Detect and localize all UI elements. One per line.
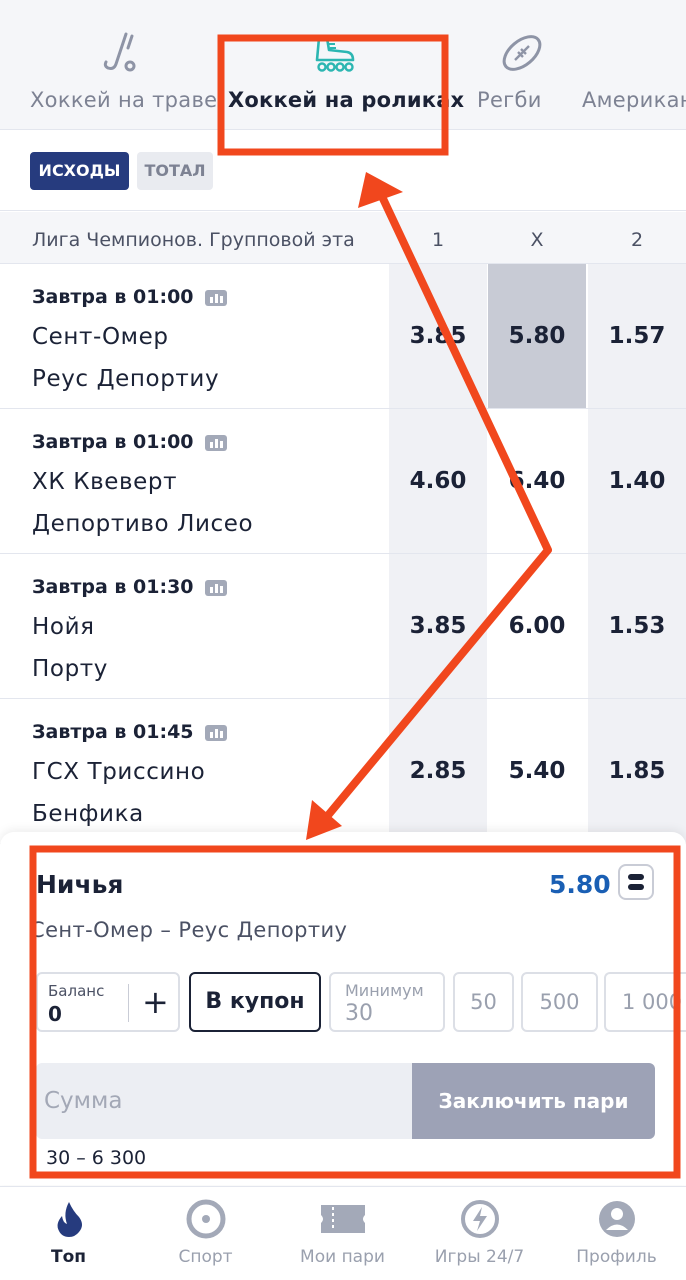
home-team: Нойя bbox=[32, 614, 95, 640]
stats-icon[interactable] bbox=[205, 725, 227, 741]
quick-amount-button[interactable]: 1 000 bbox=[604, 972, 686, 1032]
rugby-ball-icon bbox=[502, 35, 542, 71]
odd-2[interactable]: 1.85 bbox=[588, 699, 686, 843]
user-icon bbox=[598, 1201, 635, 1237]
field-hockey-icon bbox=[103, 32, 136, 72]
away-team: Реус Депортиу bbox=[32, 366, 220, 392]
target-icon bbox=[186, 1199, 225, 1239]
nav-item-profile[interactable]: Профиль bbox=[548, 1187, 685, 1280]
stake-input[interactable] bbox=[36, 1063, 412, 1139]
sport-carousel[interactable]: Хоккей на траве Хоккей на роликах Регби … bbox=[0, 0, 686, 130]
nav-item-my-bets[interactable]: Мои пари bbox=[274, 1187, 411, 1280]
quick-amount-button[interactable]: 500 bbox=[521, 972, 598, 1032]
home-team: ГСХ Триссино bbox=[32, 759, 206, 785]
nav-item-top[interactable]: Топ bbox=[0, 1187, 137, 1280]
away-team: Порту bbox=[32, 656, 108, 682]
divider bbox=[128, 984, 129, 1022]
stats-icon[interactable] bbox=[205, 290, 227, 306]
balance-value: 0 bbox=[48, 1002, 62, 1026]
match-time: Завтра в 01:45 bbox=[32, 721, 194, 743]
match-time: Завтра в 01:00 bbox=[32, 286, 194, 308]
sport-label: Хоккей на траве bbox=[30, 88, 218, 112]
sport-tab-field-hockey[interactable]: Хоккей на траве bbox=[30, 0, 217, 129]
bottom-nav: Топ Спорт Мои пари Игры 24/7 Профиль bbox=[0, 1186, 686, 1280]
match-row[interactable]: Завтра в 01:00 Сент-Омер Реус Депортиу 3… bbox=[0, 264, 686, 409]
column-header-2: 2 bbox=[630, 229, 644, 251]
slip-outcome: Ничья bbox=[36, 870, 124, 899]
nav-label: Спорт bbox=[178, 1247, 233, 1267]
slip-match: Сент-Омер – Реус Депортиу bbox=[30, 918, 348, 942]
league-header: Лига Чемпионов. Групповой эта 1 X 2 bbox=[0, 212, 686, 264]
flame-icon bbox=[57, 1202, 82, 1237]
home-team: Сент-Омер bbox=[32, 324, 169, 350]
nav-label: Мои пари bbox=[300, 1247, 385, 1267]
tab-outcomes[interactable]: ИСХОДЫ bbox=[30, 152, 129, 190]
roller-skate-icon bbox=[315, 36, 355, 72]
market-tabs: ИСХОДЫ ТОТАЛ bbox=[0, 131, 686, 211]
nav-item-sport[interactable]: Спорт bbox=[137, 1187, 274, 1280]
odd-2[interactable]: 1.40 bbox=[588, 409, 686, 553]
sport-label: Регби bbox=[477, 88, 542, 112]
odd-1[interactable]: 3.85 bbox=[389, 554, 487, 698]
sport-label: Американ bbox=[582, 88, 686, 112]
lightning-icon bbox=[460, 1200, 499, 1238]
ticket-icon bbox=[320, 1205, 365, 1233]
add-to-coupon-button[interactable]: В купон bbox=[189, 972, 321, 1032]
sport-label: Хоккей на роликах bbox=[228, 88, 465, 112]
league-name: Лига Чемпионов. Групповой эта bbox=[32, 229, 355, 251]
quick-amount-button[interactable]: 50 bbox=[453, 972, 514, 1032]
settings-toggle-icon[interactable] bbox=[618, 864, 654, 900]
stats-icon[interactable] bbox=[205, 580, 227, 596]
bet-slip: Ничья 5.80 Сент-Омер – Реус Депортиу Бал… bbox=[0, 832, 686, 1185]
column-header-x: X bbox=[530, 229, 544, 251]
min-stake-box[interactable]: Минимум 30 bbox=[329, 972, 445, 1032]
stats-icon[interactable] bbox=[205, 435, 227, 451]
odd-x[interactable]: 6.40 bbox=[488, 409, 586, 553]
away-team: Депортиво Лисео bbox=[32, 511, 254, 537]
match-time: Завтра в 01:00 bbox=[32, 431, 194, 453]
nav-label: Топ bbox=[50, 1247, 87, 1267]
nav-label: Игры 24/7 bbox=[434, 1247, 525, 1267]
odd-1[interactable]: 3.85 bbox=[389, 264, 487, 408]
nav-label: Профиль bbox=[576, 1247, 657, 1267]
odd-2[interactable]: 1.57 bbox=[588, 264, 686, 408]
sport-tab-roller-hockey[interactable]: Хоккей на роликах bbox=[228, 0, 464, 129]
odd-1[interactable]: 2.85 bbox=[389, 699, 487, 843]
place-bet-button[interactable]: Заключить пари bbox=[412, 1063, 655, 1139]
match-row[interactable]: Завтра в 01:30 Нойя Порту 3.85 6.00 1.53 bbox=[0, 554, 686, 699]
match-row[interactable]: Завтра в 01:45 ГСХ Триссино Бенфика 2.85… bbox=[0, 699, 686, 844]
app-screen: Хоккей на траве Хоккей на роликах Регби … bbox=[0, 0, 686, 1280]
nav-item-games[interactable]: Игры 24/7 bbox=[411, 1187, 548, 1280]
away-team: Бенфика bbox=[32, 801, 144, 827]
balance-label: Баланс bbox=[48, 982, 105, 1000]
odd-x[interactable]: 5.40 bbox=[488, 699, 586, 843]
sport-tab-american-football[interactable]: Американ bbox=[582, 0, 686, 129]
match-time: Завтра в 01:30 bbox=[32, 576, 194, 598]
sport-tab-rugby[interactable]: Регби bbox=[477, 0, 567, 129]
column-header-1: 1 bbox=[431, 229, 445, 251]
odd-x[interactable]: 5.80 bbox=[488, 264, 586, 408]
odd-1[interactable]: 4.60 bbox=[389, 409, 487, 553]
balance-box: Баланс 0 + bbox=[36, 972, 180, 1032]
match-row[interactable]: Завтра в 01:00 ХК Квеверт Депортиво Лисе… bbox=[0, 409, 686, 554]
odd-2[interactable]: 1.53 bbox=[588, 554, 686, 698]
stake-range: 30 – 6 300 bbox=[46, 1147, 147, 1169]
home-team: ХК Квеверт bbox=[32, 469, 178, 495]
top-up-button[interactable]: + bbox=[142, 982, 169, 1022]
min-label: Минимум bbox=[345, 981, 424, 1000]
slip-odd: 5.80 bbox=[549, 870, 611, 899]
tab-total[interactable]: ТОТАЛ bbox=[137, 152, 213, 190]
odd-x[interactable]: 6.00 bbox=[488, 554, 586, 698]
min-value: 30 bbox=[345, 1001, 373, 1026]
